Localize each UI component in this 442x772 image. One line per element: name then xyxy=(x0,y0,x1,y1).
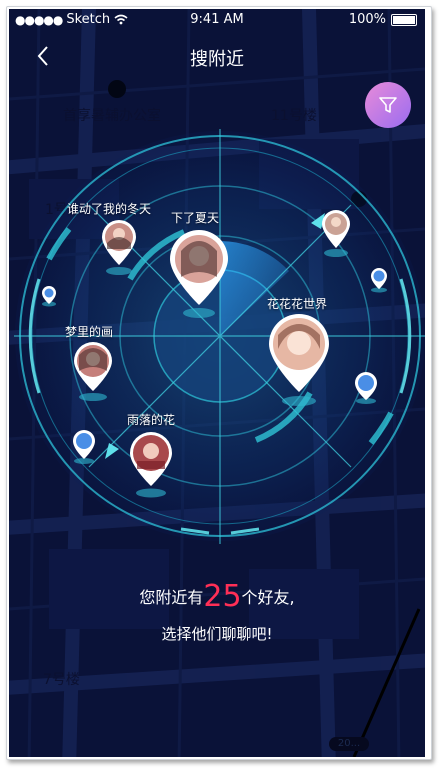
filter-button[interactable] xyxy=(365,82,411,128)
friend-name-label: 谁动了我的冬天 xyxy=(67,202,152,216)
filter-icon xyxy=(379,97,397,113)
friend-avatar-pin[interactable] xyxy=(101,219,137,277)
friend-name-label: 梦里的画 xyxy=(65,325,114,339)
location-dot[interactable] xyxy=(41,285,57,307)
nearby-screen: 首享暑辅办公室 11号楼 1号 7号楼 20... ●●●●● Sketch 9… xyxy=(9,9,425,757)
battery-icon xyxy=(391,13,417,26)
status-bar: ●●●●● Sketch 9:41 AM 100% xyxy=(9,9,425,31)
nearby-count-text: 您附近有25个好友, xyxy=(9,579,425,614)
nearby-count: 25 xyxy=(203,579,242,614)
friend-name-label: 下了夏天 xyxy=(171,211,220,225)
chat-prompt-text: 选择他们聊聊吧! xyxy=(161,625,273,643)
nav-bar: 搜附近 xyxy=(9,39,425,71)
friend-avatar-pin[interactable] xyxy=(169,229,229,321)
nearby-prefix: 您附近有 xyxy=(139,588,204,607)
friend-avatar-pin[interactable] xyxy=(73,341,113,403)
battery-percent: 100% xyxy=(348,12,386,27)
location-dot[interactable] xyxy=(370,267,388,293)
friend-avatar-pin[interactable] xyxy=(321,209,351,259)
location-dot[interactable] xyxy=(354,371,378,405)
friend-avatar-pin[interactable] xyxy=(268,313,330,409)
location-dot[interactable] xyxy=(72,429,96,465)
page-title: 搜附近 xyxy=(190,49,244,70)
friend-name-label: 花花花世界 xyxy=(267,297,328,311)
friend-name-label: 雨落的花 xyxy=(127,413,176,427)
friend-avatar-pin[interactable] xyxy=(129,431,173,499)
nearby-suffix: 个好友, xyxy=(241,588,295,607)
